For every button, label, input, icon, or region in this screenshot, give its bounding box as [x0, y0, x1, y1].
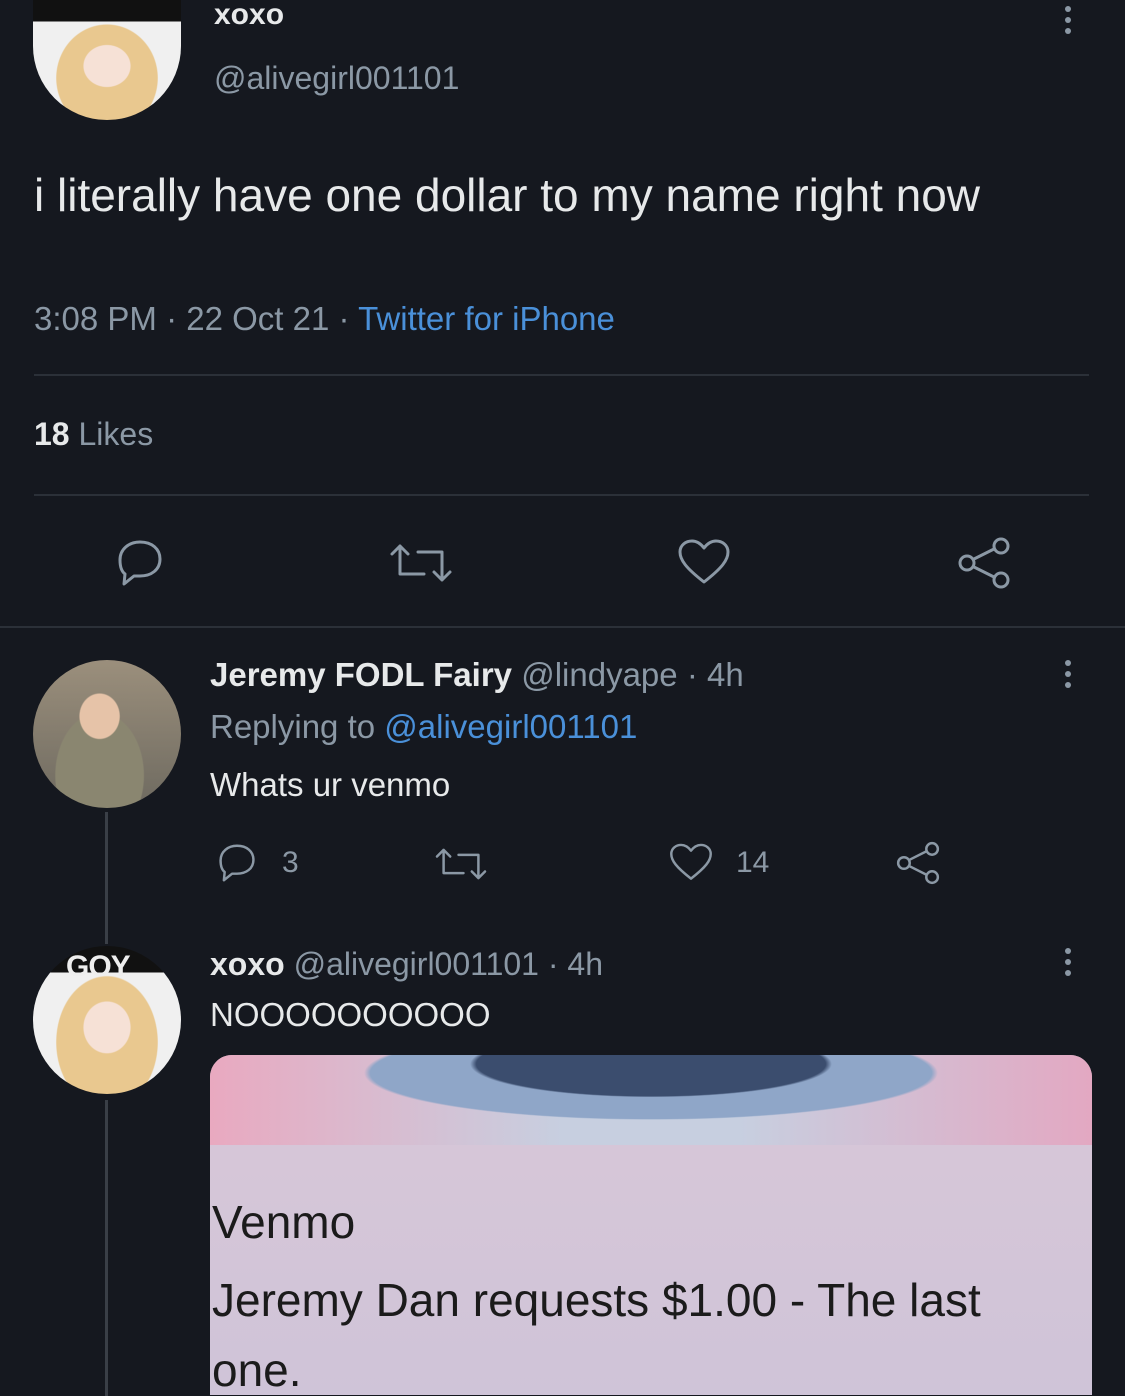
card-title: Venmo: [212, 1196, 356, 1248]
like-count: 14: [736, 846, 770, 879]
meta-separator: ·: [338, 300, 350, 337]
like-icon[interactable]: [676, 538, 732, 588]
meta-separator: ·: [686, 656, 698, 693]
reply-text: Whats ur venmo: [210, 766, 451, 803]
thread-line: [105, 1100, 108, 1396]
tweet-time[interactable]: 3:08 PM: [34, 300, 157, 337]
share-icon[interactable]: [955, 536, 1013, 590]
retweet-icon[interactable]: [432, 844, 490, 884]
link-card[interactable]: Venmo Jeremy Dan requests $1.00 - The la…: [210, 1055, 1092, 1395]
divider: [34, 374, 1089, 376]
replying-label: Replying to: [210, 708, 376, 745]
retweet-icon[interactable]: [386, 540, 456, 586]
avatar[interactable]: [33, 660, 181, 808]
user-handle[interactable]: @lindyape: [521, 656, 677, 693]
more-options-icon[interactable]: [1064, 6, 1072, 39]
reply-header: xoxo @alivegirl001101 · 4h: [210, 946, 603, 983]
divider: [0, 626, 1125, 628]
more-options-icon[interactable]: [1064, 948, 1072, 981]
replying-to: Replying to @alivegirl001101: [210, 708, 637, 746]
reply-text: NOOOOOOOOOO: [210, 996, 491, 1033]
avatar[interactable]: [33, 0, 181, 120]
likes-stat[interactable]: 18 Likes: [34, 416, 153, 453]
meta-separator: ·: [166, 300, 178, 337]
display-name[interactable]: xoxo: [210, 946, 285, 982]
likes-count: 18: [34, 416, 70, 452]
meta-separator: ·: [547, 946, 559, 982]
avatar-hat-text: GOY: [66, 950, 131, 983]
more-options-icon[interactable]: [1064, 660, 1072, 693]
reply-age[interactable]: 4h: [707, 656, 744, 693]
tweet-client[interactable]: Twitter for iPhone: [358, 300, 615, 337]
likes-label: Likes: [78, 416, 154, 452]
tweet-meta: 3:08 PM · 22 Oct 21 · Twitter for iPhone: [34, 300, 615, 338]
tweet-text: i literally have one dollar to my name r…: [34, 169, 981, 221]
reply-age[interactable]: 4h: [567, 946, 603, 982]
display-name[interactable]: xoxo: [214, 0, 284, 30]
share-icon[interactable]: [894, 840, 942, 886]
display-name[interactable]: Jeremy FODL Fairy: [210, 656, 512, 693]
user-handle[interactable]: @alivegirl001101: [214, 60, 459, 97]
card-description: Jeremy Dan requests $1.00 - The last one…: [212, 1274, 981, 1395]
like-icon[interactable]: [668, 842, 714, 884]
card-image: [210, 1055, 1092, 1145]
thread-line: [105, 812, 108, 944]
reply-icon[interactable]: [214, 842, 260, 884]
tweet-date[interactable]: 22 Oct 21: [186, 300, 329, 337]
divider: [34, 494, 1089, 496]
user-handle[interactable]: @alivegirl001101: [294, 946, 539, 982]
reply-icon[interactable]: [112, 538, 168, 588]
reply-header: Jeremy FODL Fairy @lindyape · 4h: [210, 656, 744, 694]
replying-handle[interactable]: @alivegirl001101: [384, 708, 637, 745]
reply-count: 3: [282, 846, 299, 879]
